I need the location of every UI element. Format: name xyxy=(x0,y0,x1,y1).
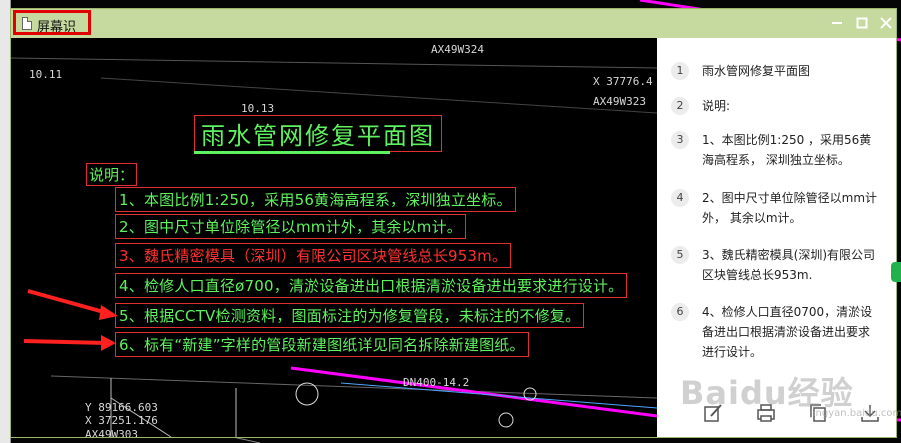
cad-label: Y 89166.603 xyxy=(85,401,158,414)
item-text: 4、检修人口直径0700，清淤设备进出口根据清淤设备进出要求进行设计。 xyxy=(702,305,873,359)
cad-label: AX49W324 xyxy=(431,43,484,56)
cad-label: X 37251.176 xyxy=(85,414,158,427)
item-number: 2 xyxy=(671,97,689,115)
title-highlight-box: 屏幕识图 xyxy=(13,10,91,54)
captured-image: 10.11 10.13 AX49W324 X 37776.4 AX49W323 … xyxy=(11,38,657,437)
maximize-icon xyxy=(856,17,868,29)
cad-label: 10.13 xyxy=(241,102,275,115)
copy-icon[interactable] xyxy=(807,402,829,424)
title-bar[interactable]: 屏幕识图 xyxy=(11,9,896,54)
item-number: 4 xyxy=(671,189,689,207)
cad-label: 10.11 xyxy=(29,68,63,81)
item-text: 说明: xyxy=(702,99,731,113)
note-5: 5、根据CCTV检测资料，图面标注的为修复管段，未标注的不修复。 xyxy=(115,303,585,328)
red-arrow-icon xyxy=(27,289,118,320)
minimize-icon xyxy=(832,22,842,24)
cad-label: AX49W323 xyxy=(593,95,646,108)
cad-label: DN400-14.2 xyxy=(403,376,470,389)
cad-label: X 37776.4 xyxy=(593,75,653,88)
item-text: 1、本图比例1:250 ，采用56黄海高程系， 深圳独立坐标。 xyxy=(702,133,872,167)
close-button[interactable] xyxy=(877,14,895,32)
note-1: 1、本图比例1:250，采用56黄海高程系，深圳独立坐标。 xyxy=(115,187,516,212)
item-number: 3 xyxy=(671,131,689,149)
download-icon[interactable] xyxy=(859,402,881,424)
cad-label: AX49W303 xyxy=(85,428,138,437)
notes-label: 说明： xyxy=(86,163,138,186)
note-3: 3、魏氏精密模具（深圳）有限公司区块管线总长953m。 xyxy=(115,243,512,268)
drawing-title: 雨水管网修复平面图 xyxy=(194,115,442,152)
document-icon xyxy=(22,17,32,30)
maximize-button[interactable] xyxy=(853,14,871,32)
item-number: 6 xyxy=(671,303,689,321)
item-text: 2、图中尺寸单位除管径以mm计外， 其余以m计。 xyxy=(702,191,878,225)
minimize-button[interactable] xyxy=(828,14,846,32)
note-6: 6、标有“新建”字样的管段新建图纸详见同名拆除新建图纸。 xyxy=(115,332,529,357)
recognized-text-panel: 1 雨水管网修复平面图 2 说明: 3 1、本图比例1:250 ，采用56黄海高… xyxy=(657,38,896,437)
item-number: 5 xyxy=(671,246,689,264)
print-icon[interactable] xyxy=(755,402,777,424)
edit-icon[interactable] xyxy=(702,402,724,424)
close-icon xyxy=(880,17,892,29)
item-number: 1 xyxy=(671,62,689,80)
item-text: 雨水管网修复平面图 xyxy=(702,64,811,78)
drawing-title-underline xyxy=(194,151,390,154)
note-2: 2、图中尺寸单位除管径以mm计外，其余以m计。 xyxy=(115,214,466,239)
red-arrow-icon xyxy=(23,335,116,351)
screen-recognition-window: 屏幕识图 10.11 10.13 AX49W324 X 377 xyxy=(10,8,897,438)
item-text: 3、魏氏精密模具(深圳)有限公司区块管线总长953m. xyxy=(702,248,875,282)
side-tab[interactable] xyxy=(891,262,901,282)
note-4: 4、检修人口直径ø700，清淤设备进出口根据清淤设备进出要求进行设计。 xyxy=(115,273,628,298)
